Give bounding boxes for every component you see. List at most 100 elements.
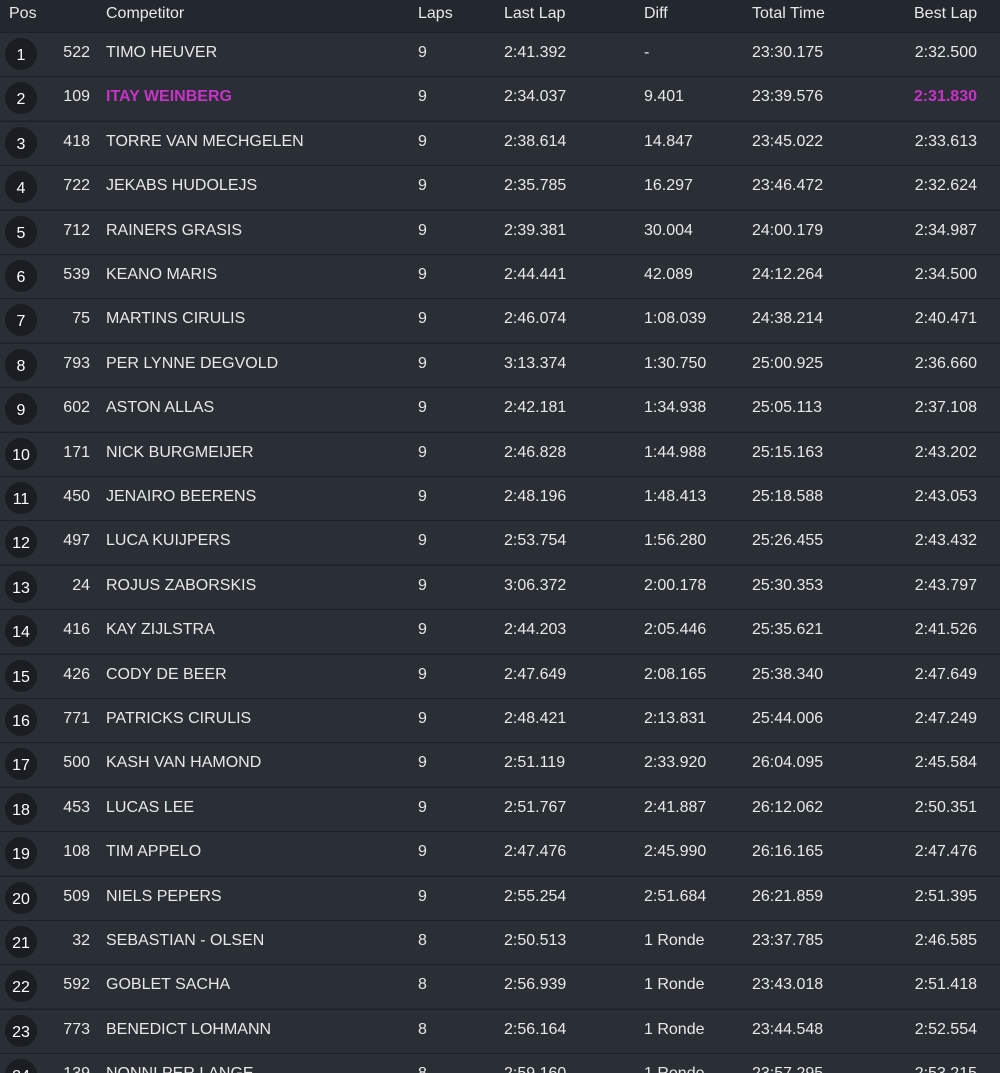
- table-row[interactable]: 24139 NONNI PER LANGE 8 2:59.160 1 Ronde 23:5…: [0, 1053, 1000, 1073]
- competitor-name: CODY DE BEER: [106, 665, 227, 683]
- competitor-name: KEANO MARIS: [106, 266, 218, 283]
- best-lap-value: 2:52.554: [914, 1020, 977, 1038]
- laps-value: 9: [418, 887, 427, 905]
- table-row[interactable]: 17 500 KASH VAN HAMOND 9 2:51.119 2:33.920 26:…: [0, 742, 1000, 787]
- laps-value: 9: [418, 132, 427, 150]
- table-row[interactable]: 6 539 KEANO MARIS 9 2:44.441 42.089 24:12.264 2…: [0, 254, 1000, 298]
- table-row[interactable]: 3 418 TORRE VAN MECHGELEN 9 2:38.614 14.847 23…: [0, 120, 1000, 165]
- competitor-number: 771: [63, 710, 90, 727]
- competitor-name: ROJUS ZABORSKIS: [106, 576, 257, 594]
- competitor-number: 139: [40, 1065, 90, 1073]
- laps-value: 9: [418, 354, 427, 372]
- total-time-value: 25:35.621: [752, 621, 824, 639]
- header-last-lap[interactable]: Last Lap: [504, 5, 565, 23]
- table-row[interactable]: 16 771 PATRICKS CIRULIS 9 2:48.421 2:13.831 25…: [0, 698, 1000, 742]
- position-badge: 3: [5, 126, 37, 159]
- total-time-value: 23:46.472: [752, 177, 824, 195]
- table-row[interactable]: 2 109 ITAY WEINBERG 9 2:34.037 9.401 23:39.576…: [0, 76, 1000, 121]
- competitor-name: TIM APPELO: [106, 843, 202, 861]
- table-row[interactable]: 10 171 NICK BURGMEIJER 9 2:46.828 1:44.988 25:…: [0, 431, 1000, 476]
- table-row[interactable]: 11 450 JENAIRO BEERENS 9 2:48.196 1:48.413 25:…: [0, 476, 1000, 520]
- last-lap-value: 2:44.203: [504, 621, 567, 639]
- position-badge: 14: [5, 615, 37, 648]
- header-total-time[interactable]: Total Time: [752, 5, 825, 23]
- diff-value: 1 Ronde: [644, 1065, 705, 1073]
- diff-value: 16.297: [644, 177, 693, 195]
- header-laps[interactable]: Laps: [418, 5, 453, 23]
- competitor-number: 75: [72, 310, 90, 328]
- position-badge: 4: [5, 171, 37, 204]
- diff-value: 1:30.750: [644, 354, 707, 372]
- last-lap-value: 3:06.372: [504, 576, 567, 594]
- competitor-name: LUCA KUIJPERS: [106, 532, 231, 550]
- competitor-name: RAINERS GRASIS: [106, 221, 243, 239]
- table-row[interactable]: 19 108 TIM APPELO 9 2:47.476 2:45.990 26:16.16…: [0, 831, 1000, 876]
- table-row[interactable]: 9 602 ASTON ALLAS 9 2:42.181 1:34.938 25:05.11…: [0, 387, 1000, 432]
- competitor-name: LUCAS LEE: [106, 798, 195, 816]
- last-lap-value: 2:51.767: [504, 798, 567, 816]
- diff-value: 1:44.988: [644, 443, 707, 461]
- position-badge: 1: [5, 38, 37, 70]
- position-badge: 13: [5, 570, 37, 603]
- competitor-number: 722: [63, 177, 90, 195]
- table-row[interactable]: 21 32 SEBASTIAN - OLSEN 8 2:50.513 1 Ronde 23:…: [0, 920, 1000, 964]
- total-time-value: 26:12.062: [752, 798, 824, 816]
- table-row[interactable]: 1 522 TIMO HEUVER 9 2:41.392 - 23:30.175 2:32.5…: [0, 32, 1000, 76]
- best-lap-value: 2:51.418: [914, 976, 977, 994]
- laps-value: 9: [418, 798, 427, 816]
- table-row[interactable]: 13 24 ROJUS ZABORSKIS 9 3:06.372 2:00.178 25:3…: [0, 564, 1000, 609]
- competitor-number: 109: [63, 88, 90, 106]
- total-time-value: 23:44.548: [752, 1020, 824, 1038]
- total-time-value: 24:38.214: [752, 310, 824, 328]
- table-row[interactable]: 23 773 BENEDICT LOHMANN 8 2:56.164 1 Ronde 23:…: [0, 1008, 1000, 1053]
- last-lap-value: 2:50.513: [504, 932, 567, 949]
- table-row[interactable]: 12 497 LUCA KUIJPERS 9 2:53.754 1:56.280 25:26…: [0, 520, 1000, 565]
- table-row[interactable]: 4 722 JEKABS HUDOLEJS 9 2:35.785 16.297 23:46.…: [0, 165, 1000, 210]
- table-row[interactable]: 15 426 CODY DE BEER 9 2:47.649 2:08.165 25:38.…: [0, 653, 1000, 698]
- header-competitor[interactable]: Competitor: [106, 5, 184, 23]
- competitor-name: MARTINS CIRULIS: [106, 310, 246, 328]
- competitor-name: ASTON ALLAS: [106, 399, 215, 417]
- table-row[interactable]: 5 712 RAINERS GRASIS 9 2:39.381 30.004 24:00.1…: [0, 209, 1000, 254]
- total-time-value: 26:16.165: [752, 843, 824, 861]
- best-lap-value: 2:31.830: [913, 88, 977, 106]
- competitor-name: BENEDICT LOHMANN: [106, 1020, 272, 1038]
- competitor-number: 712: [63, 221, 90, 239]
- competitor-number: 500: [63, 754, 90, 772]
- table-row[interactable]: 22 592 GOBLET SACHA 8 2:56.939 1 Ronde 23:43.0…: [0, 964, 1000, 1009]
- total-time-value: 26:21.859: [752, 887, 824, 905]
- position-badge: 7: [5, 304, 37, 337]
- table-row[interactable]: 18 453 LUCAS LEE 9 2:51.767 2:41.887 26:12.062…: [0, 786, 1000, 831]
- best-lap-value: 2:34.500: [914, 266, 977, 283]
- position-badge: 6: [5, 260, 37, 292]
- diff-value: 2:51.684: [644, 887, 707, 905]
- header-pos[interactable]: Pos: [9, 5, 37, 23]
- competitor-number: 497: [63, 532, 90, 550]
- laps-value: 9: [418, 44, 427, 61]
- table-row[interactable]: 20 509 NIELS PEPERS 9 2:55.254 2:51.684 26:21.…: [0, 875, 1000, 920]
- competitor-name: KAY ZIJLSTRA: [106, 621, 215, 639]
- table-row[interactable]: 14 416 KAY ZIJLSTRA 9 2:44.203 2:05.446 25:35.…: [0, 609, 1000, 654]
- best-lap-value: 2:45.584: [914, 754, 977, 772]
- header-best-lap[interactable]: Best Lap: [914, 5, 977, 23]
- position-badge: 5: [5, 215, 37, 248]
- competitor-name: SEBASTIAN - OLSEN: [106, 932, 265, 949]
- laps-value: 9: [418, 399, 427, 417]
- laps-value: 9: [418, 443, 427, 461]
- header-diff[interactable]: Diff: [644, 5, 668, 23]
- diff-value: 2:05.446: [644, 621, 707, 639]
- table-row[interactable]: 8 793 PER LYNNE DEGVOLD 9 3:13.374 1:30.750 25…: [0, 342, 1000, 387]
- best-lap-value: 2:33.613: [914, 132, 977, 150]
- competitor-number: 416: [63, 621, 90, 639]
- last-lap-value: 2:47.476: [504, 843, 567, 861]
- competitor-name: JENAIRO BEERENS: [106, 488, 257, 505]
- best-lap-value: 2:32.624: [914, 177, 977, 195]
- last-lap-value: 2:47.649: [504, 665, 567, 683]
- total-time-value: 23:30.175: [752, 44, 824, 61]
- table-row[interactable]: 7 75 MARTINS CIRULIS 9 2:46.074 1:08.039 24:38…: [0, 298, 1000, 343]
- laps-value: 8: [418, 1065, 427, 1073]
- last-lap-value: 2:35.785: [504, 177, 567, 195]
- diff-value: 30.004: [644, 221, 693, 239]
- laps-value: 9: [418, 532, 427, 550]
- competitor-number: 509: [63, 887, 90, 905]
